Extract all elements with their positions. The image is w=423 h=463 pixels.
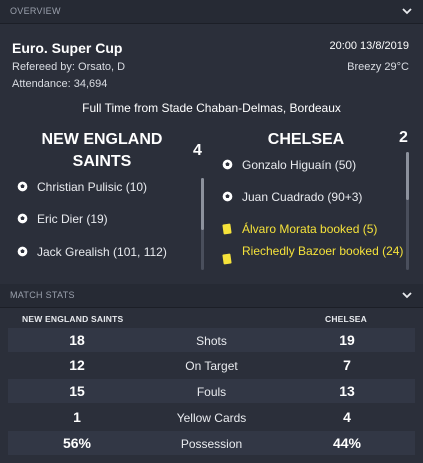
stat-label: Fouls [196,385,227,399]
goal-ball-icon [17,213,28,224]
match-datetime: 20:00 13/8/2019 [329,40,409,52]
home-team-name[interactable]: NEW ENGLAND SAINTS [28,129,176,173]
goal-ball-icon [222,159,233,170]
event-text: Christian Pulisic (10) [37,180,148,194]
goal-ball-icon [17,181,28,192]
weather-text: Breezy 29°C [347,61,409,73]
yellow-card-icon [222,253,232,265]
stats-away-team-header: CHELSEA [325,314,368,324]
stat-row-possession: 56% Possession 44% [8,431,415,455]
venue-text: Full Time from Stade Chaban-Delmas, Bord… [82,101,341,115]
stats-home-team-header: NEW ENGLAND SAINTS [22,314,124,324]
chevron-down-icon[interactable] [401,5,413,17]
stat-away-value: 44% [332,435,362,451]
home-events-scrollbar[interactable] [201,178,204,270]
stat-away-value: 13 [339,383,355,399]
match-stats-section-title: MATCH STATS [10,290,75,300]
scrollbar-thumb[interactable] [406,152,409,200]
event-text: Gonzalo Higuaín (50) [242,158,357,172]
stat-row-yellow-cards: 1 Yellow Cards 4 [8,405,415,429]
away-events-scrollbar[interactable] [406,152,409,270]
stat-home-value: 12 [69,357,85,373]
event-text: Jack Grealish (101, 112) [37,245,167,259]
chevron-down-icon[interactable] [401,289,413,301]
overview-section-header[interactable]: OVERVIEW [0,0,423,24]
scrollbar-thumb[interactable] [201,178,204,230]
event-text: Álvaro Morata booked (5) [242,222,378,236]
stat-row-fouls: 15 Fouls 13 [8,379,415,403]
stat-label: Yellow Cards [176,411,247,425]
stat-label: Possession [180,437,243,451]
match-overview-panel: OVERVIEW Euro. Super Cup Refereed by: Or… [0,0,423,463]
match-stats-section-header[interactable]: MATCH STATS [0,284,423,308]
stat-home-value: 15 [69,383,85,399]
stat-home-value: 18 [69,332,85,348]
goal-ball-icon [222,191,233,202]
stat-away-value: 7 [343,357,351,373]
stat-away-value: 19 [339,332,355,348]
away-events-list: Gonzalo Higuaín (50) Juan Cuadrado (90+3… [222,158,403,270]
event-text: Juan Cuadrado (90+3) [242,190,363,204]
attendance-text: Attendance: 34,694 [12,78,108,90]
yellow-card-icon [222,223,232,235]
competition-name[interactable]: Euro. Super Cup [12,40,122,56]
referee-text: Refereed by: Orsato, D [12,61,126,73]
stat-home-value: 1 [73,409,81,425]
stat-label: On Target [185,359,238,373]
stat-row-on-target: 12 On Target 7 [8,353,415,377]
away-team-name[interactable]: CHELSEA [236,129,376,151]
stat-away-value: 4 [343,409,351,425]
goal-ball-icon [17,246,28,257]
home-score: 4 [193,142,202,159]
stat-label: Shots [196,334,227,348]
away-score: 2 [399,129,408,146]
stat-row-shots: 18 Shots 19 [8,328,415,352]
event-text: Eric Dier (19) [37,212,108,226]
event-text: Riechedly Bazoer booked (24) [242,244,404,258]
home-events-list: Christian Pulisic (10) Eric Dier (19) Ja… [17,180,197,260]
stat-home-value: 56% [62,435,92,451]
overview-section-title: OVERVIEW [10,6,61,16]
